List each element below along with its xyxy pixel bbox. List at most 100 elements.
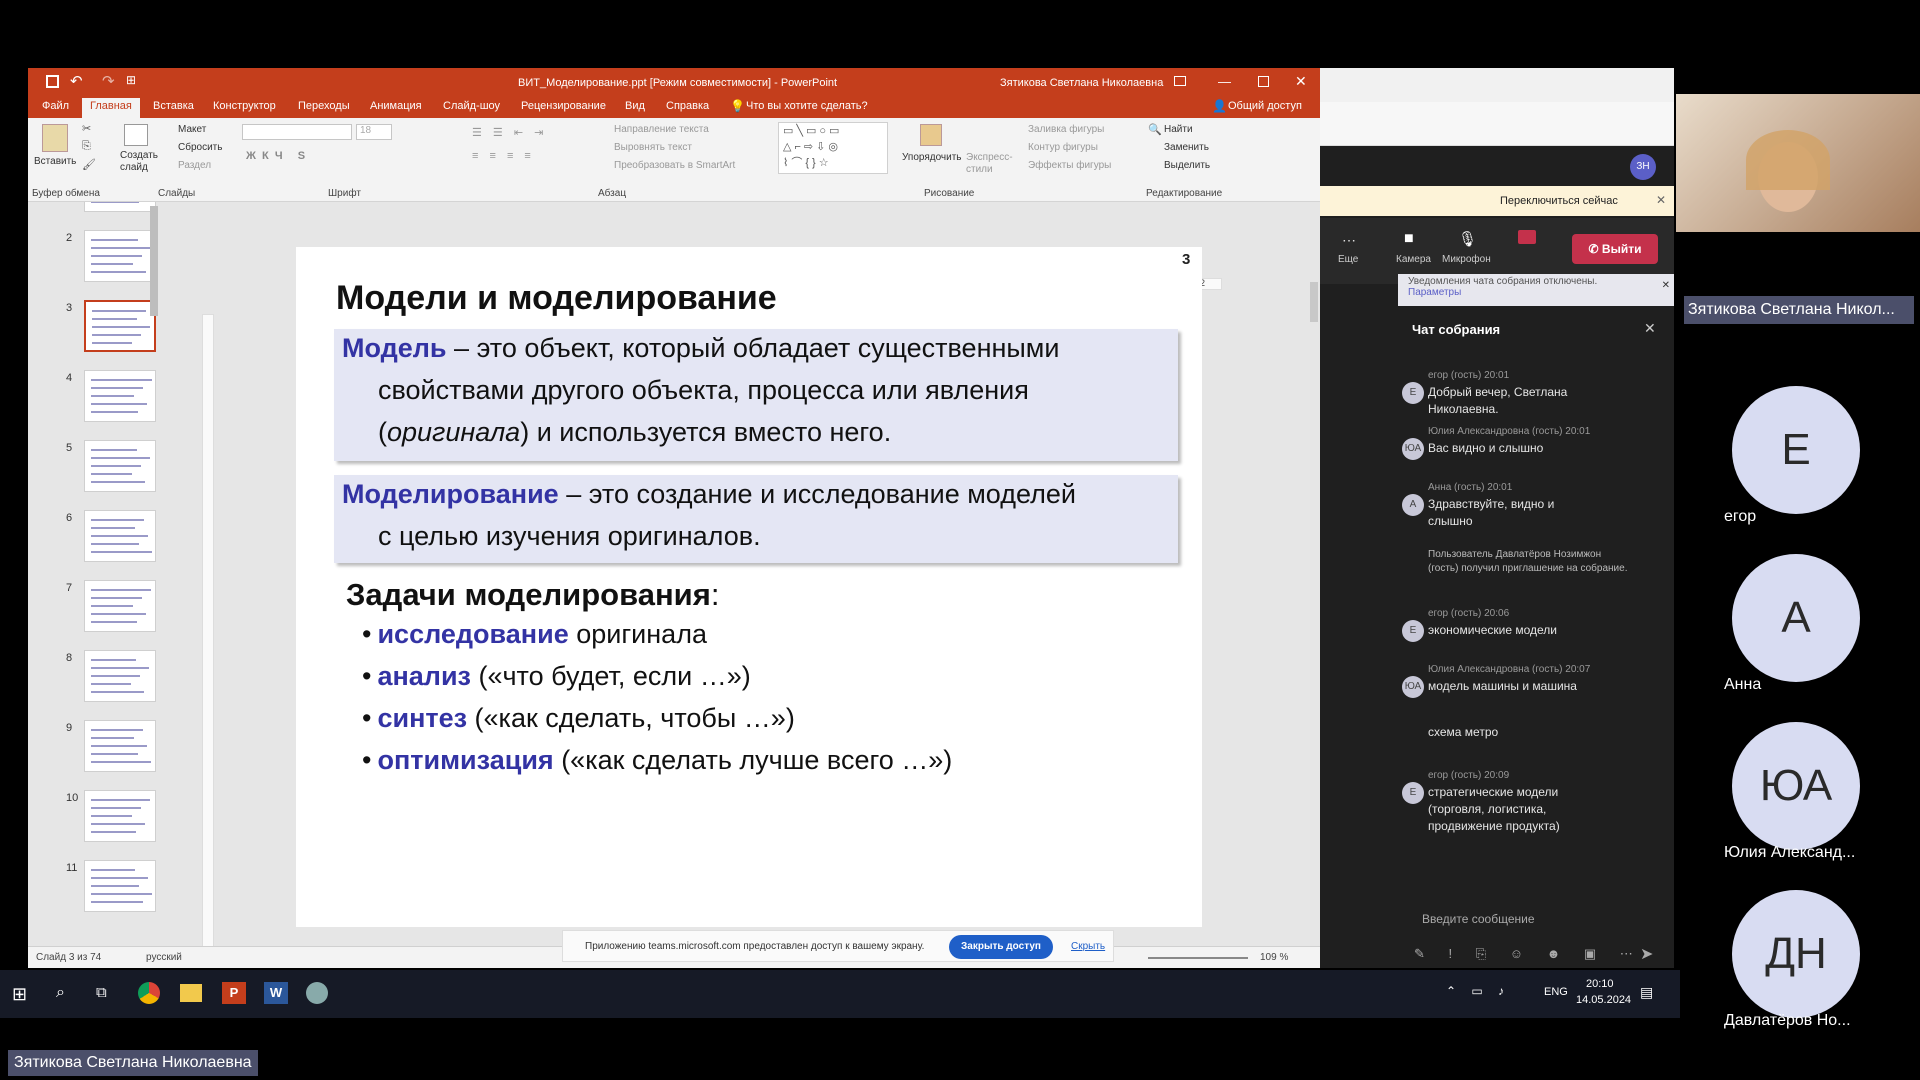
slide-thumbnail[interactable] (84, 510, 156, 562)
customize-qat-icon[interactable]: ⊞ (126, 73, 136, 87)
format-painter-icon[interactable]: 🖌 (82, 158, 96, 171)
tab-file[interactable]: Файл (42, 100, 69, 112)
shape-fill-button[interactable]: Заливка фигуры (1028, 124, 1104, 135)
banner-close-icon[interactable]: ✕ (1656, 193, 1666, 207)
tab-home[interactable]: Главная (82, 98, 140, 118)
start-icon[interactable]: ⊞ (12, 984, 27, 1005)
leave-button[interactable]: ✆ Выйти (1572, 234, 1658, 264)
shape-outline-button[interactable]: Контур фигуры (1028, 142, 1098, 153)
participant-avatar[interactable]: Е (1732, 386, 1860, 514)
minimize-icon[interactable]: — (1218, 74, 1231, 89)
font-size-input[interactable]: 18 (356, 124, 392, 140)
smartart-button[interactable]: Преобразовать в SmartArt (614, 160, 735, 171)
slide-thumbnail[interactable] (84, 860, 156, 912)
undo-icon[interactable]: ↶ (70, 72, 83, 90)
message-text[interactable]: модель машины и машина (1428, 678, 1588, 695)
app-icon[interactable] (306, 982, 328, 1004)
word-app-icon[interactable]: W (264, 982, 288, 1004)
hide-link[interactable]: Скрыть (1071, 941, 1105, 952)
font-family-input[interactable] (242, 124, 352, 140)
reset-button[interactable]: Сбросить (178, 142, 222, 153)
stop-sharing-button[interactable]: Закрыть доступ (949, 935, 1053, 959)
slide-thumbnail[interactable] (84, 580, 156, 632)
meeting-avatar[interactable]: ЗН (1630, 154, 1656, 180)
send-icon[interactable]: ➤ (1640, 944, 1653, 964)
tell-me-box[interactable]: Что вы хотите сделать? (746, 100, 868, 112)
powerpoint-app-icon[interactable]: P (222, 982, 246, 1004)
notifications-icon[interactable]: ▤ (1640, 984, 1653, 1001)
participant-avatar[interactable]: ДН (1732, 890, 1860, 1018)
message-text[interactable]: стратегические модели (торговля, логисти… (1428, 784, 1588, 835)
mic-icon[interactable]: 🎙 (1458, 230, 1477, 248)
message-text[interactable]: схема метро (1428, 724, 1588, 741)
zoom-slider[interactable] (1148, 957, 1248, 959)
paste-icon[interactable] (42, 124, 68, 152)
arrange-button[interactable]: Упорядочить (902, 152, 962, 163)
message-text[interactable]: Пользователь Давлатёров Нозимжон (гость)… (1428, 548, 1628, 576)
select-button[interactable]: Выделить (1164, 160, 1210, 171)
slide-thumbnail[interactable] (84, 230, 156, 282)
participant-avatar[interactable]: ЮА (1732, 722, 1860, 850)
layout-button[interactable]: Макет (178, 124, 206, 135)
cut-icon[interactable]: ✂ (82, 122, 91, 135)
participant-avatar[interactable]: А (1732, 554, 1860, 682)
language-tray[interactable]: ENG (1544, 986, 1568, 998)
shapes-gallery[interactable]: ▭╲▭○▭ △⌐⇨⇩◎ ⌇⌒{}☆ (778, 122, 888, 174)
message-text[interactable]: Вас видно и слышно (1428, 440, 1588, 457)
switch-now-link[interactable]: Переключиться сейчас (1500, 195, 1618, 207)
shape-effects-button[interactable]: Эффекты фигуры (1028, 160, 1111, 171)
new-slide-button[interactable]: Создать слайд (120, 150, 162, 174)
message-text[interactable]: экономические модели (1428, 622, 1588, 639)
arrange-icon[interactable] (920, 124, 942, 146)
chrome-icon[interactable] (138, 982, 160, 1004)
explorer-icon[interactable] (180, 984, 202, 1002)
share-screen-icon[interactable] (1518, 230, 1536, 244)
maximize-icon[interactable] (1258, 76, 1269, 87)
sender-avatar[interactable]: Е (1402, 620, 1424, 642)
slide-thumbnail[interactable] (84, 202, 156, 212)
compose-toolbar[interactable]: ✎ ! ⎘ ☺ ☻ ▣ ⋯ (1414, 946, 1643, 962)
slide-thumbnail[interactable] (84, 440, 156, 492)
settings-link[interactable]: Параметры (1408, 287, 1461, 298)
sender-avatar[interactable]: ЮА (1402, 676, 1424, 698)
new-slide-icon[interactable] (124, 124, 148, 146)
slide-thumbnail[interactable] (84, 300, 156, 352)
slide-thumbnail[interactable] (84, 650, 156, 702)
tab-slideshow[interactable]: Слайд-шоу (443, 100, 500, 112)
language-indicator[interactable]: русский (146, 952, 182, 963)
tab-transitions[interactable]: Переходы (298, 100, 350, 112)
camera-icon[interactable]: ■ (1404, 230, 1414, 248)
redo-icon[interactable]: ↷ (102, 72, 115, 90)
tab-insert[interactable]: Вставка (153, 100, 194, 112)
tab-view[interactable]: Вид (625, 100, 645, 112)
thumb-scrollbar[interactable] (150, 206, 158, 316)
font-format-icons[interactable]: ЖКЧ S (246, 150, 311, 162)
tab-help[interactable]: Справка (666, 100, 709, 112)
notice-close-icon[interactable]: ✕ (1662, 280, 1670, 291)
find-button[interactable]: Найти (1164, 124, 1193, 135)
zoom-level[interactable]: 109 % (1260, 952, 1288, 963)
replace-button[interactable]: Заменить (1164, 142, 1209, 153)
task-view-icon[interactable]: ⧉ (96, 984, 107, 1001)
slide-thumbnail[interactable] (84, 720, 156, 772)
tray-icons[interactable]: ⌃ ▭ ♪ (1446, 984, 1510, 998)
paragraph-icons[interactable]: ☰ ☰ ⇤ ⇥ (472, 126, 547, 139)
slide-canvas[interactable]: 3 Модели и моделирование Модель – это об… (296, 247, 1202, 927)
align-text-button[interactable]: Выровнять текст (614, 142, 692, 153)
tab-animations[interactable]: Анимация (370, 100, 422, 112)
close-icon[interactable]: ✕ (1295, 73, 1307, 90)
quick-styles-button[interactable]: Экспресс-стили (966, 152, 1013, 176)
message-text[interactable]: Добрый вечер, Светлана Николаевна. (1428, 384, 1588, 418)
clock-date[interactable]: 14.05.2024 (1576, 994, 1631, 1006)
text-direction-button[interactable]: Направление текста (614, 124, 709, 135)
message-text[interactable]: Здравствуйте, видно и слышно (1428, 496, 1588, 530)
slide-thumbnail[interactable] (84, 790, 156, 842)
slide-thumbnail[interactable] (84, 370, 156, 422)
sender-avatar[interactable]: Е (1402, 782, 1424, 804)
align-icons[interactable]: ≡ ≡ ≡ ≡ (472, 150, 535, 162)
paste-button[interactable]: Вставить (34, 156, 76, 167)
clock-time[interactable]: 20:10 (1586, 978, 1614, 990)
sender-avatar[interactable]: А (1402, 494, 1424, 516)
search-icon[interactable]: ⌕ (56, 984, 65, 1002)
tab-review[interactable]: Рецензирование (521, 100, 606, 112)
